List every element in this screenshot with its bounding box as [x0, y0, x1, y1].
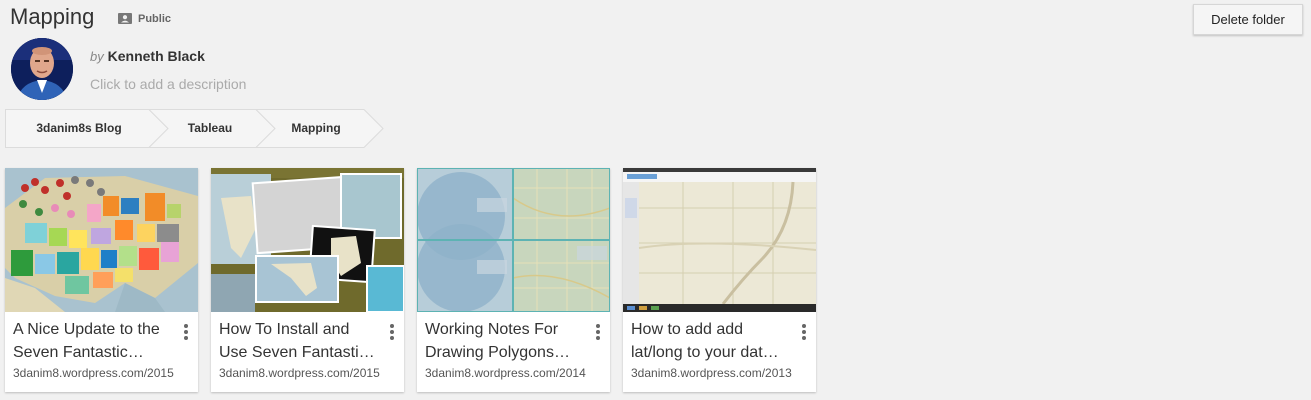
collection-card[interactable]: How to add add lat/long to your dat… 3da… [623, 168, 816, 392]
visibility-indicator[interactable]: Public [118, 12, 171, 25]
card-title-line: Seven Fantastic… [13, 344, 144, 361]
author-byline: by Kenneth Black [90, 48, 205, 64]
folder-title: Mapping [10, 4, 95, 29]
card-source[interactable]: 3danim8.wordpress.com/2015 [13, 366, 174, 380]
card-title-line: How to add add [631, 321, 744, 338]
card-title-line: Working Notes For [425, 321, 559, 338]
more-vert-icon[interactable] [387, 324, 397, 340]
delete-folder-button[interactable]: Delete folder [1193, 4, 1303, 35]
card-thumbnail[interactable] [623, 168, 816, 312]
contact-card-icon [118, 13, 132, 24]
card-title[interactable]: How To Install and Use Seven Fantasti… [219, 318, 379, 364]
card-thumbnail[interactable] [211, 168, 404, 312]
card-title[interactable]: A Nice Update to the Seven Fantastic… [13, 318, 173, 364]
collection-card[interactable]: A Nice Update to the Seven Fantastic… 3d… [5, 168, 198, 392]
card-thumbnail[interactable] [417, 168, 610, 312]
author-avatar[interactable] [11, 38, 73, 100]
card-source[interactable]: 3danim8.wordpress.com/2015 [219, 366, 380, 380]
card-title-line: A Nice Update to the [13, 321, 160, 338]
more-vert-icon[interactable] [799, 324, 809, 340]
card-title-line: How To Install and [219, 321, 350, 338]
more-vert-icon[interactable] [181, 324, 191, 340]
card-source[interactable]: 3danim8.wordpress.com/2013 [631, 366, 792, 380]
collection-card[interactable]: Working Notes For Drawing Polygons… 3dan… [417, 168, 610, 392]
card-title-line: Drawing Polygons… [425, 344, 570, 361]
card-source[interactable]: 3danim8.wordpress.com/2014 [425, 366, 586, 380]
breadcrumb-item-tableau[interactable]: Tableau [157, 109, 263, 148]
description-field[interactable]: Click to add a description [90, 76, 246, 92]
card-thumbnail[interactable] [5, 168, 198, 312]
collection-card[interactable]: How To Install and Use Seven Fantasti… 3… [211, 168, 404, 392]
card-title[interactable]: Working Notes For Drawing Polygons… [425, 318, 585, 364]
visibility-label: Public [138, 12, 172, 25]
by-label: by [90, 49, 104, 64]
card-title[interactable]: How to add add lat/long to your dat… [631, 318, 791, 364]
breadcrumb-item-blog[interactable]: 3danim8s Blog [5, 109, 153, 148]
author-name[interactable]: Kenneth Black [108, 48, 205, 64]
card-title-line: lat/long to your dat… [631, 344, 779, 361]
breadcrumb-item-mapping[interactable]: Mapping [263, 109, 369, 148]
more-vert-icon[interactable] [593, 324, 603, 340]
card-title-line: Use Seven Fantasti… [219, 344, 375, 361]
